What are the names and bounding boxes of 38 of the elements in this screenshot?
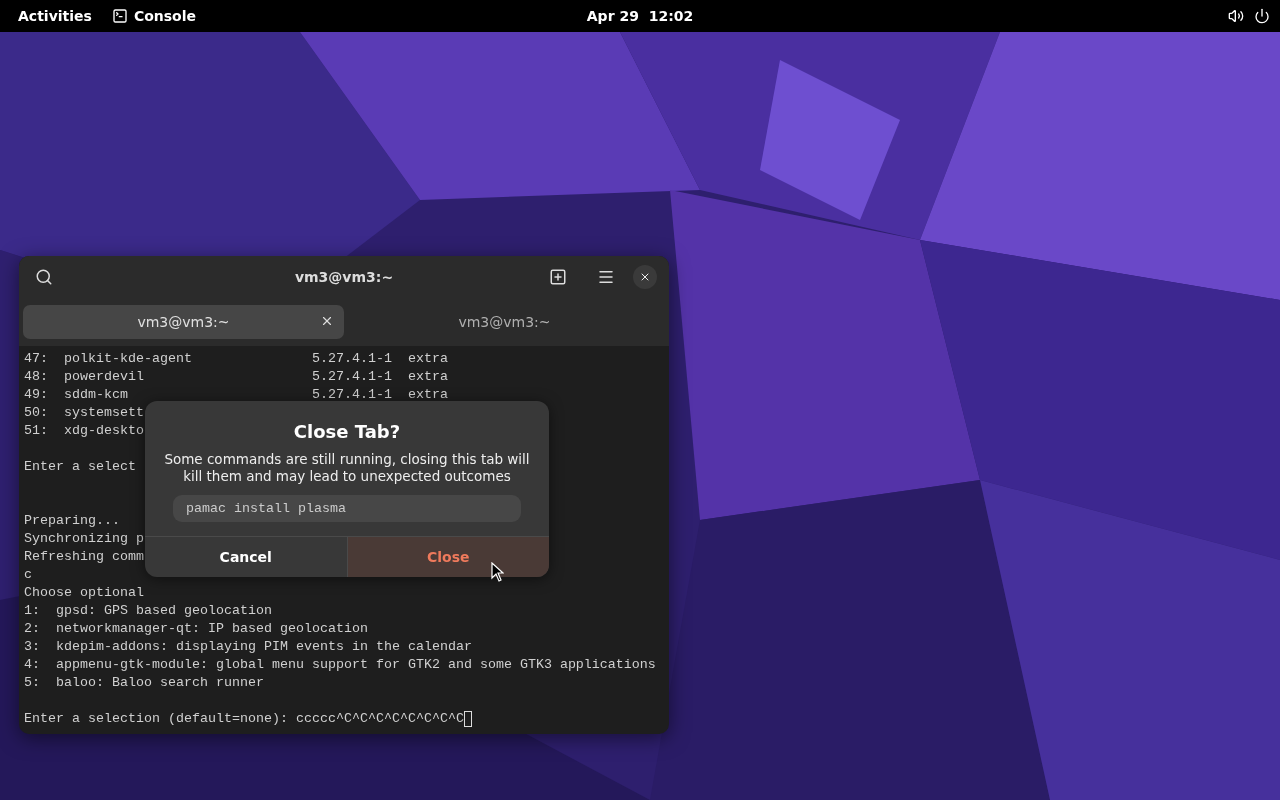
clock-button[interactable]: Apr 29 12:02 xyxy=(580,7,700,25)
search-icon xyxy=(35,268,53,286)
power-icon[interactable] xyxy=(1254,8,1270,24)
terminal-line: 5: baloo: Baloo search runner xyxy=(24,674,264,692)
command-text: pamac install plasma xyxy=(173,495,521,522)
cancel-button[interactable]: Cancel xyxy=(145,537,347,577)
menu-icon xyxy=(597,268,615,286)
close-button[interactable] xyxy=(633,265,657,289)
terminal-line: Enter a selection (default=none): ccccc^C^C^C^C^C^C^C^C xyxy=(24,710,464,728)
terminal-line: Choose optional xyxy=(24,584,144,602)
app-menu-button[interactable]: Console xyxy=(101,4,206,28)
pointer-icon xyxy=(491,562,504,582)
terminal-line: 49: sddm-kcm 5.27.4.1-1 extra xyxy=(24,386,448,404)
terminal-line: 51: xdg-deskto xyxy=(24,422,144,440)
tab[interactable]: vm3@vm3:~ xyxy=(344,305,665,339)
dialog-message: Some commands are still running, closing this tab will kill them and may lead to unexpected outcomes xyxy=(163,451,531,485)
text-cursor xyxy=(463,711,472,727)
tab[interactable]: vm3@vm3:~ xyxy=(23,305,344,339)
terminal-line: 47: polkit-kde-agent 5.27.4.1-1 extra xyxy=(24,350,448,368)
terminal-icon xyxy=(111,8,128,24)
terminal-line: 48: powerdevil 5.27.4.1-1 extra xyxy=(24,368,448,386)
terminal-line: Synchronizing p xyxy=(24,530,144,548)
terminal-line: 3: kdepim-addons: displaying PIM events in the calendar xyxy=(24,638,472,656)
terminal-line: 4: appmenu-gtk-module: global menu support for GTK2 and some GTK3 applications xyxy=(24,656,656,674)
terminal-line: c xyxy=(24,566,32,584)
terminal-line: Enter a select xyxy=(24,458,136,476)
volume-icon[interactable] xyxy=(1228,8,1244,24)
dialog-title: Close Tab? xyxy=(293,423,401,441)
terminal-line: 50: systemsett xyxy=(24,404,144,422)
activities-button[interactable]: Activities xyxy=(8,4,102,28)
window-title: vm3@vm3:~ xyxy=(294,269,394,285)
close-tab-icon[interactable] xyxy=(320,314,334,328)
confirm-button[interactable]: Close xyxy=(346,537,549,577)
terminal-line: Preparing... xyxy=(24,512,120,530)
terminal-line: Refreshing comm xyxy=(24,548,144,566)
plus-icon xyxy=(549,268,567,286)
terminal-line: 2: networkmanager-qt: IP based geolocation xyxy=(24,620,368,638)
terminal-line: 1: gpsd: GPS based geolocation xyxy=(24,602,272,620)
